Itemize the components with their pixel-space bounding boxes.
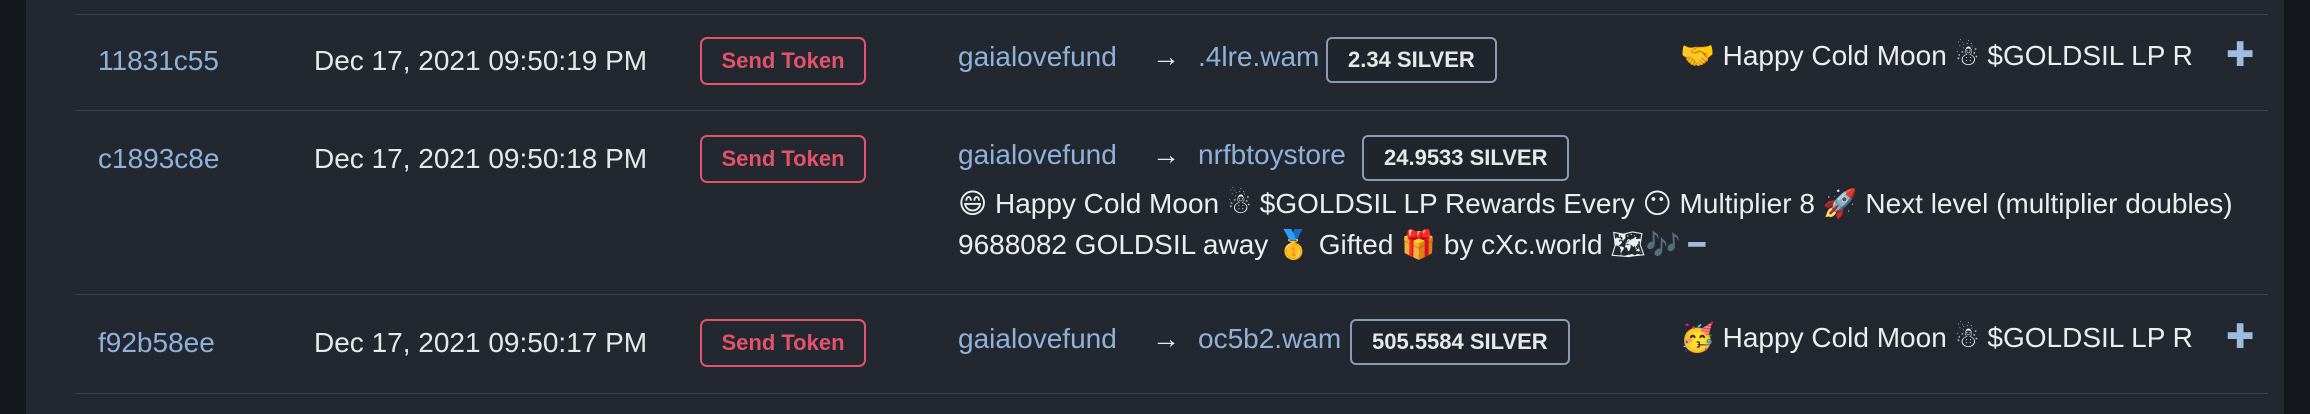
sender-account-link[interactable]: gaialovefund [958, 323, 1117, 355]
sender-account-link[interactable]: gaialovefund [958, 139, 1117, 171]
token-amount-badge: 24.9533 SILVER [1362, 135, 1570, 181]
collapse-memo-icon[interactable]: ━ [1689, 229, 1706, 260]
transaction-date: Dec 17, 2021 09:50:19 PM [314, 45, 648, 76]
transaction-id-link[interactable]: c1893c8e [98, 143, 219, 175]
receiver-account-link[interactable]: oc5b2.wam [1198, 323, 1341, 355]
table-row: 11831c55 Dec 17, 2021 09:50:19 PM Send T… [74, 14, 2268, 111]
transaction-id-link[interactable]: f92b58ee [98, 327, 215, 359]
receiver-account-link[interactable]: .4lre.wam [1198, 41, 1319, 73]
memo-text: 🥳 Happy Cold Moon ☃ $GOLDSIL LP R [1680, 322, 2193, 353]
send-token-badge[interactable]: Send Token [700, 319, 866, 367]
arrow-right-icon: → [1152, 41, 1180, 72]
table-row: f92b58ee Dec 17, 2021 09:50:17 PM Send T… [74, 294, 2268, 394]
transactions-panel: 11831c55 Dec 17, 2021 09:50:19 PM Send T… [26, 0, 2284, 414]
receiver-account-link[interactable]: nrfbtoystore [1198, 139, 1346, 171]
transaction-id-link[interactable]: 11831c55 [98, 45, 219, 77]
sender-account-link[interactable]: gaialovefund [958, 41, 1117, 73]
memo-line: 😄 Happy Cold Moon ☃ $GOLDSIL LP Rewards … [958, 188, 2233, 219]
expand-memo-icon[interactable]: ✚ [2226, 35, 2255, 75]
transaction-date: Dec 17, 2021 09:50:18 PM [314, 143, 648, 174]
memo-line: 9688082 GOLDSIL away 🥇 Gifted 🎁 by cXc.w… [958, 229, 1706, 260]
memo-text-expanded: 😄 Happy Cold Moon ☃ $GOLDSIL LP Rewards … [958, 183, 2298, 265]
token-amount-badge: 505.5584 SILVER [1350, 319, 1570, 365]
send-token-badge[interactable]: Send Token [700, 135, 866, 183]
arrow-right-icon: → [1152, 323, 1180, 354]
transaction-date: Dec 17, 2021 09:50:17 PM [314, 327, 648, 358]
token-amount-badge: 2.34 SILVER [1326, 37, 1497, 83]
arrow-right-icon: → [1152, 139, 1180, 170]
send-token-badge[interactable]: Send Token [700, 37, 866, 85]
table-row: c1893c8e Dec 17, 2021 09:50:18 PM Send T… [74, 110, 2268, 295]
memo-text: 🤝 Happy Cold Moon ☃ $GOLDSIL LP R [1680, 40, 2193, 71]
expand-memo-icon[interactable]: ✚ [2226, 317, 2255, 357]
